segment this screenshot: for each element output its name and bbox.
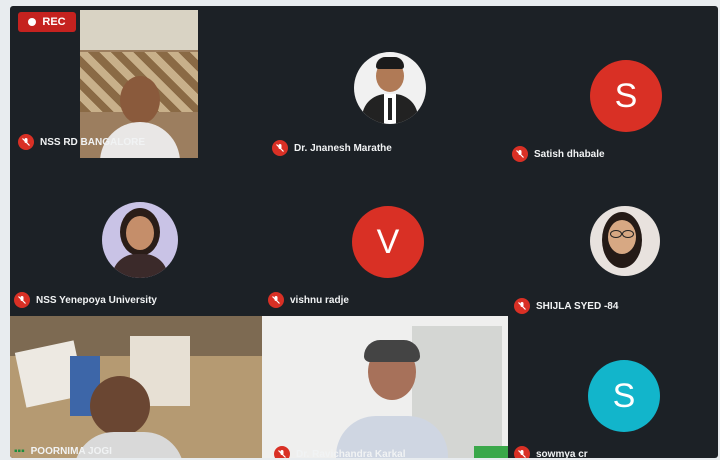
mic-off-icon [514,446,530,458]
participant-nameplate: Dr. Jnanesh Marathe [272,140,392,156]
mic-off-icon [14,292,30,308]
participant-avatar [590,206,660,276]
participant-tile[interactable]: V vishnu radje [260,186,510,316]
participant-name: Satish dhabale [534,148,605,160]
participant-initial: S [614,76,638,115]
participant-video [262,316,508,458]
participant-nameplate: SHIJLA SYED -84 [514,298,618,314]
participant-name: SHIJLA SYED -84 [536,300,619,312]
participant-tile[interactable]: Dr. Ravichandra Karkal [262,316,508,458]
participant-nameplate: sowmya cr [514,446,588,458]
participant-initial: S [612,376,636,415]
participant-initial: V [376,222,400,261]
mic-off-icon [268,292,284,308]
participant-nameplate: Satish dhabale [512,146,605,162]
participant-tile[interactable]: NSS RD BANGALORE [10,6,246,158]
participant-nameplate: Dr. Ravichandra Karkal [274,446,406,458]
participant-name: NSS Yenepoya University [36,294,157,306]
participant-tile[interactable]: SHIJLA SYED -84 [510,186,718,316]
mic-off-icon [274,446,290,458]
participant-tile[interactable]: S Satish dhabale [510,6,718,166]
participant-initial-avatar: S [590,60,662,132]
participant-avatar [354,52,426,124]
participant-name: NSS RD BANGALORE [40,136,146,148]
mic-off-icon [272,140,288,156]
mic-off-icon [18,134,34,150]
participant-tile[interactable]: NSS Yenepoya University [10,186,260,316]
participant-nameplate: ▪▪▪ POORNIMA JOGI [14,446,112,457]
participant-initial-avatar: V [352,206,424,278]
participant-avatar [102,202,178,278]
mic-off-icon [512,146,528,162]
participant-initial-avatar: S [588,360,660,432]
participant-name: sowmya cr [536,448,588,459]
meeting-grid: REC NSS RD BANGALORE Dr. Jnanesh Marathe… [10,6,718,458]
participant-name: Dr. Jnanesh Marathe [294,142,392,154]
participant-video [10,316,262,458]
participant-name: vishnu radje [290,294,349,306]
participant-nameplate: vishnu radje [268,292,349,308]
participant-nameplate: NSS Yenepoya University [14,292,157,308]
participant-name: Dr. Ravichandra Karkal [296,448,406,459]
participant-tile[interactable]: ▪▪▪ POORNIMA JOGI [10,316,262,458]
participant-nameplate: NSS RD BANGALORE [18,134,145,150]
audio-level-icon: ▪▪▪ [14,446,25,457]
participant-name: POORNIMA JOGI [30,446,112,457]
participant-tile[interactable]: S sowmya cr [508,316,718,458]
participant-tile[interactable]: Dr. Jnanesh Marathe [260,6,500,166]
mic-off-icon [514,298,530,314]
